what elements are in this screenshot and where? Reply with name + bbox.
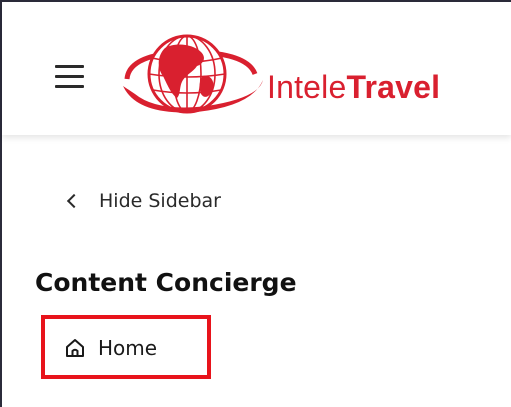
intele-travel-logo[interactable]: InteleTravel	[117, 24, 497, 124]
logo-wordmark: InteleTravel	[267, 69, 441, 105]
highlight-box	[41, 315, 211, 379]
globe-ring-logo-icon	[123, 34, 263, 114]
section-title: Content Concierge	[35, 268, 297, 297]
hide-sidebar-label: Hide Sidebar	[99, 190, 221, 212]
chevron-left-icon	[66, 193, 82, 209]
hide-sidebar-button[interactable]: Hide Sidebar	[66, 188, 221, 214]
hamburger-menu-icon[interactable]	[55, 65, 84, 89]
top-header: InteleTravel	[2, 2, 511, 135]
